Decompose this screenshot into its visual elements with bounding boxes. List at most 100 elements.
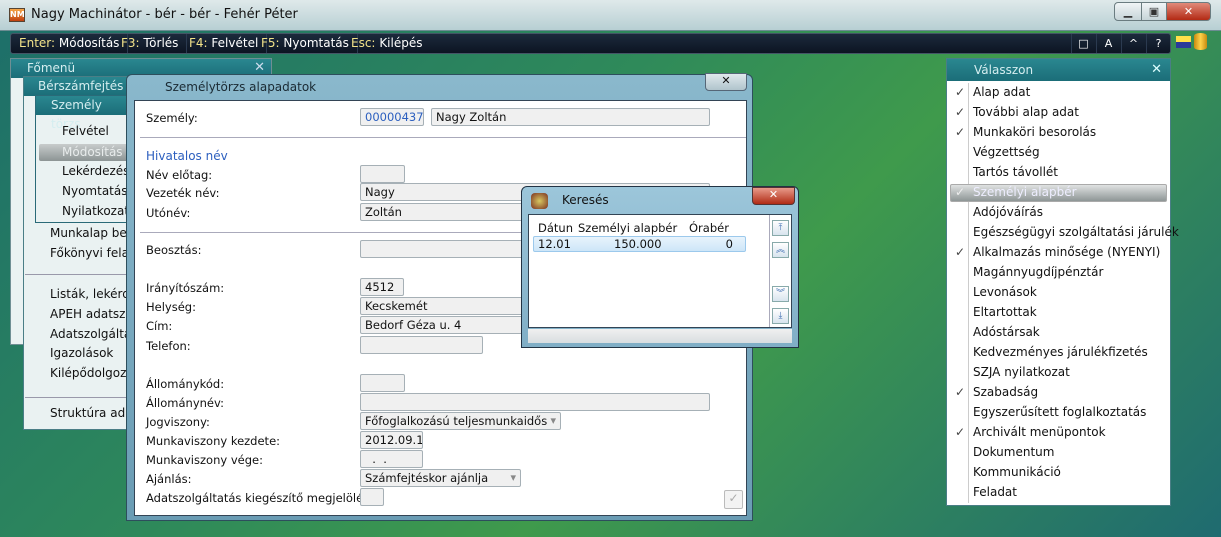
choose-item[interactable]: Egészségügyi szolgáltatási járulék: [973, 225, 1179, 239]
dialog-close-button[interactable]: ✕: [705, 73, 747, 91]
menu-item[interactable]: Listák, lekérde: [50, 287, 137, 301]
choose-item[interactable]: Végzettség: [973, 145, 1040, 159]
confirm-check-button[interactable]: ✓: [724, 490, 743, 509]
page-down-icon[interactable]: ︾: [772, 286, 789, 302]
action-label: Kilépés: [379, 36, 423, 50]
toolbar-esc-exit[interactable]: Esc: Kilépés: [343, 34, 430, 53]
end-date-field[interactable]: . .: [360, 450, 423, 468]
employment-select[interactable]: Főfoglalkozású teljesmunkaidős: [360, 412, 561, 430]
phone-field[interactable]: [360, 336, 483, 354]
key-label: Esc:: [351, 36, 376, 50]
menu-item-print[interactable]: Nyomtatás: [62, 184, 127, 198]
choose-item[interactable]: Személyi alapbér: [973, 185, 1077, 199]
help-button[interactable]: ?: [1146, 34, 1170, 53]
phone-label: Telefon:: [146, 339, 191, 353]
choose-item[interactable]: Levonások: [973, 285, 1037, 299]
close-icon[interactable]: ✕: [254, 60, 265, 75]
menu-item-modify[interactable]: Módosítás: [62, 145, 123, 159]
choose-item[interactable]: Alap adat: [973, 85, 1030, 99]
prefix-field[interactable]: [360, 165, 405, 183]
official-name-heading: Hivatalos név: [146, 149, 228, 163]
monitor-icon[interactable]: [1176, 36, 1191, 48]
choose-item[interactable]: Eltartottak: [973, 305, 1037, 319]
toolbar-enter-modify[interactable]: Enter: Módosítás: [11, 34, 129, 53]
font-button[interactable]: A: [1096, 34, 1120, 53]
menu-item-declaration[interactable]: Nyilatkozat: [62, 204, 129, 218]
menu-item-query[interactable]: Lekérdezés: [62, 164, 129, 178]
search-close-button[interactable]: ✕: [752, 187, 795, 205]
staff-code-field[interactable]: [360, 374, 405, 392]
menu-item[interactable]: Munkalap bev: [50, 226, 134, 240]
toolbar-f3-delete[interactable]: F3: Törlés: [113, 34, 188, 53]
scroll-top-icon[interactable]: ⤒: [772, 220, 789, 236]
person-id-field[interactable]: 00000437: [360, 108, 424, 126]
person-name-field[interactable]: Nagy Zoltán: [431, 108, 710, 126]
employment-label: Jogviszony:: [146, 415, 210, 429]
scroll-bottom-icon[interactable]: ⤓: [772, 308, 789, 324]
search-dialog-icon: [531, 193, 548, 209]
person-menu-panel: Személy törzs Felvétel Módosítás Lekérde…: [35, 95, 135, 223]
col-header-hourly[interactable]: Órabér: [689, 221, 729, 235]
menu-item[interactable]: Kilépődolgozó: [50, 366, 134, 380]
choose-item[interactable]: Alkalmazás minősége (NYENYI): [973, 245, 1160, 259]
choose-item[interactable]: Adóstársak: [973, 325, 1040, 339]
key-label: Enter:: [19, 36, 56, 50]
employment-value: Főfoglalkozású teljesmunkaidős: [365, 414, 548, 428]
check-icon: ✓: [955, 105, 966, 119]
choose-item[interactable]: Archivált menüpontok: [973, 425, 1106, 439]
page-up-icon[interactable]: ︽: [772, 242, 789, 258]
minimize-button[interactable]: ▁: [1114, 2, 1142, 21]
database-icon[interactable]: [1194, 33, 1207, 50]
choose-item[interactable]: SZJA nyilatkozat: [973, 365, 1070, 379]
menu-item[interactable]: Igazolások: [50, 346, 113, 360]
choose-item[interactable]: Tartós távollét: [973, 165, 1058, 179]
end-date-label: Munkaviszony vége:: [146, 453, 263, 467]
choose-item[interactable]: Munkaköri besorolás: [973, 125, 1096, 139]
check-icon: ✓: [955, 425, 966, 439]
menu-item[interactable]: Adatszolgáltat: [50, 327, 136, 341]
referral-select[interactable]: Számfejtéskor ajánlja: [360, 469, 521, 487]
zip-field[interactable]: 4512: [360, 278, 404, 296]
menu-item[interactable]: Főkönyvi felad: [50, 246, 137, 260]
choose-item[interactable]: Kedvezményes járulékfizetés: [973, 345, 1148, 359]
choose-item[interactable]: Szabadság: [973, 385, 1038, 399]
window-mode-button[interactable]: □: [1071, 34, 1095, 53]
action-label: Módosítás: [58, 36, 120, 50]
search-dialog: Keresés ✕: [521, 186, 799, 348]
collapse-button[interactable]: ^: [1121, 34, 1145, 53]
staff-code-label: Állománykód:: [146, 377, 225, 391]
menu-item[interactable]: APEH adatszol: [50, 307, 136, 321]
close-button[interactable]: ✕: [1166, 2, 1211, 21]
check-icon: ✓: [955, 185, 966, 199]
start-date-field[interactable]: 2012.09.10: [360, 431, 423, 449]
action-label: Nyomtatás: [283, 36, 349, 50]
table-row[interactable]: 12.01 150.000 0: [533, 236, 746, 252]
staff-name-field[interactable]: [360, 393, 710, 411]
menu-item-add[interactable]: Felvétel: [62, 124, 109, 138]
cell-hourly: 0: [725, 237, 733, 251]
supplement-field[interactable]: [360, 488, 384, 506]
maximize-button[interactable]: ▣: [1141, 2, 1167, 21]
supplement-label: Adatszolgáltatás kiegészítő megjelölés:: [146, 491, 374, 505]
check-icon: ✓: [955, 85, 966, 99]
cell-base-salary: 150.000: [614, 237, 662, 251]
col-header-base-salary[interactable]: Személyi alapbér: [578, 221, 677, 235]
choose-item[interactable]: Adójóváírás: [973, 205, 1043, 219]
choose-item[interactable]: Kommunikáció: [973, 465, 1061, 479]
address-label: Cím:: [146, 319, 173, 333]
choose-item[interactable]: Magánnyugdíjpénztár: [973, 265, 1103, 279]
choose-item[interactable]: Egyszerűsített foglalkoztatás: [973, 405, 1146, 419]
menu-item[interactable]: Struktúra adat: [50, 406, 137, 420]
city-label: Helység:: [146, 300, 196, 314]
title-bar: NM Nagy Machinátor - bér - bér - Fehér P…: [0, 0, 1221, 31]
choose-item[interactable]: Dokumentum: [973, 445, 1054, 459]
staff-name-label: Állománynév:: [146, 396, 225, 410]
close-icon[interactable]: ✕: [1151, 62, 1162, 77]
choose-item[interactable]: További alap adat: [973, 105, 1079, 119]
check-icon: ✓: [955, 125, 966, 139]
search-dialog-title: Keresés: [562, 193, 609, 207]
app-logo-icon: NM: [9, 8, 25, 22]
col-header-date[interactable]: Dátun: [538, 221, 573, 235]
action-label: Törlés: [143, 36, 179, 50]
choose-item[interactable]: Feladat: [973, 485, 1017, 499]
